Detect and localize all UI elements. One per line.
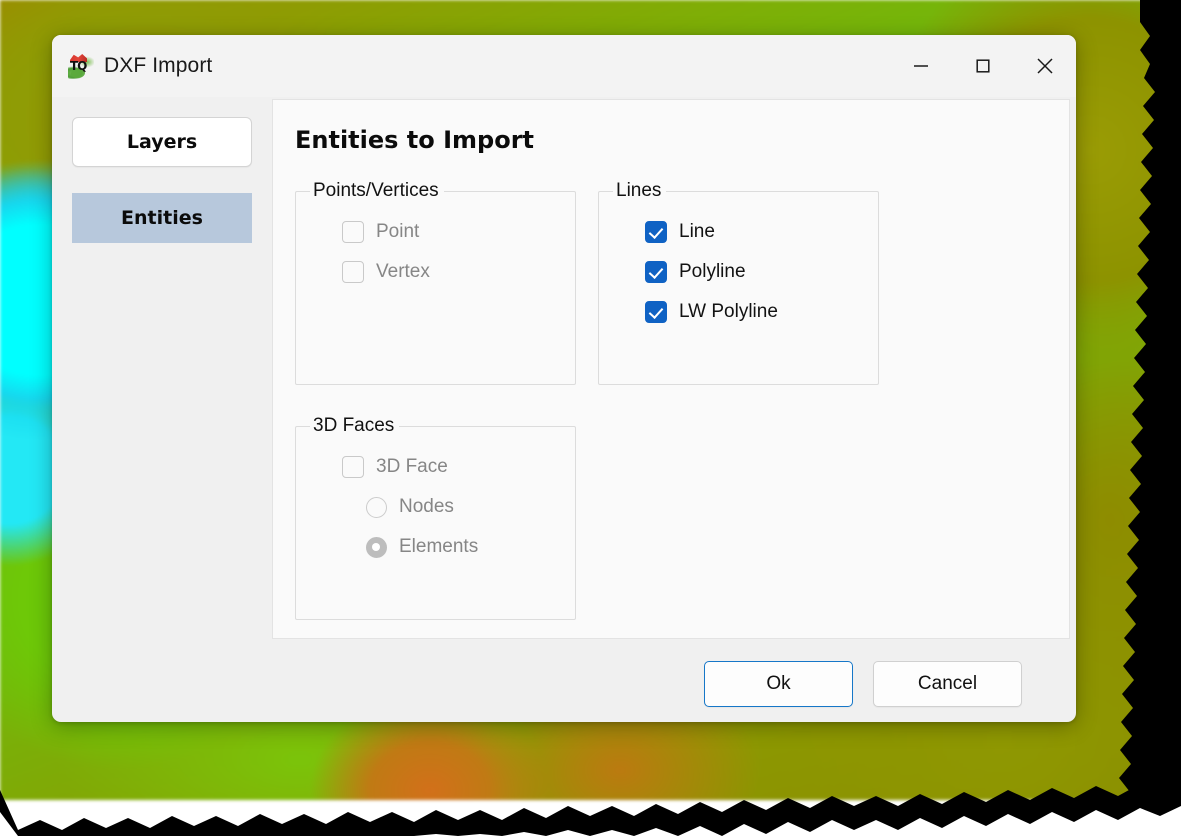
dialog-body: Layers Entities Entities to Import Point…	[52, 97, 1076, 639]
checkbox-polyline-icon[interactable]	[645, 261, 667, 283]
maximize-icon	[976, 59, 990, 73]
radio-nodes-icon[interactable]	[366, 496, 387, 518]
checkbox-row-polyline[interactable]: Polyline	[645, 252, 866, 292]
checkbox-3d-face-label: 3D Face	[376, 456, 448, 477]
sidebar-item-layers[interactable]: Layers	[72, 117, 252, 167]
radio-elements-icon[interactable]	[366, 536, 387, 558]
checkbox-row-vertex[interactable]: Vertex	[342, 252, 563, 292]
sidebar-item-label: Entities	[121, 207, 203, 229]
ok-button-label: Ok	[766, 673, 791, 694]
app-icon-text: TQ	[70, 59, 87, 73]
group-points-vertices: Points/Vertices Point Vertex	[295, 180, 576, 385]
group-legend: Lines	[616, 180, 662, 201]
checkbox-line-label: Line	[679, 221, 715, 242]
group-3d-faces: 3D Faces 3D Face Nodes Elements	[295, 415, 576, 620]
minimize-button[interactable]	[890, 35, 952, 97]
checkbox-point-label: Point	[376, 221, 420, 242]
radio-elements-label: Elements	[399, 536, 479, 557]
desktop-background: TQ DXF Import Layers Entities Entities t…	[0, 0, 1181, 836]
checkbox-3d-face-icon[interactable]	[342, 456, 364, 478]
app-terrain-icon: TQ	[68, 53, 94, 79]
dxf-import-dialog: TQ DXF Import Layers Entities Entities t…	[52, 35, 1076, 722]
title-bar[interactable]: TQ DXF Import	[52, 35, 1076, 97]
close-icon	[1037, 58, 1053, 74]
checkbox-polyline-label: Polyline	[679, 261, 746, 282]
cancel-button-label: Cancel	[917, 673, 978, 694]
maximize-button[interactable]	[952, 35, 1014, 97]
group-legend: 3D Faces	[313, 415, 395, 436]
close-button[interactable]	[1014, 35, 1076, 97]
checkbox-row-lw-polyline[interactable]: LW Polyline	[645, 292, 866, 332]
cancel-button[interactable]: Cancel	[873, 661, 1022, 707]
checkbox-line-icon[interactable]	[645, 221, 667, 243]
window-title: DXF Import	[104, 54, 213, 77]
page-title: Entities to Import	[295, 126, 535, 154]
entities-content-panel: Entities to Import Points/Vertices Point…	[272, 99, 1070, 639]
dialog-footer: Ok Cancel	[52, 639, 1076, 722]
checkbox-row-line[interactable]: Line	[645, 212, 866, 252]
checkbox-vertex-icon[interactable]	[342, 261, 364, 283]
group-legend: Points/Vertices	[313, 180, 439, 201]
radio-row-nodes[interactable]: Nodes	[366, 487, 563, 527]
minimize-icon	[914, 65, 928, 67]
ok-button[interactable]: Ok	[704, 661, 853, 707]
checkbox-vertex-label: Vertex	[376, 261, 430, 282]
checkbox-lw-polyline-label: LW Polyline	[679, 301, 778, 322]
group-row-top: Points/Vertices Point Vertex Lines Line …	[295, 180, 1039, 385]
checkbox-row-point[interactable]: Point	[342, 212, 563, 252]
checkbox-lw-polyline-icon[interactable]	[645, 301, 667, 323]
sidebar-item-label: Layers	[126, 131, 198, 153]
checkbox-row-3d-face[interactable]: 3D Face	[342, 447, 563, 487]
checkbox-point-icon[interactable]	[342, 221, 364, 243]
sidebar-nav: Layers Entities	[52, 97, 272, 639]
group-lines: Lines Line Polyline LW Polyline	[598, 180, 879, 385]
sidebar-item-entities[interactable]: Entities	[72, 193, 252, 243]
radio-nodes-label: Nodes	[399, 496, 454, 517]
window-controls	[890, 35, 1076, 97]
radio-row-elements[interactable]: Elements	[366, 527, 563, 567]
